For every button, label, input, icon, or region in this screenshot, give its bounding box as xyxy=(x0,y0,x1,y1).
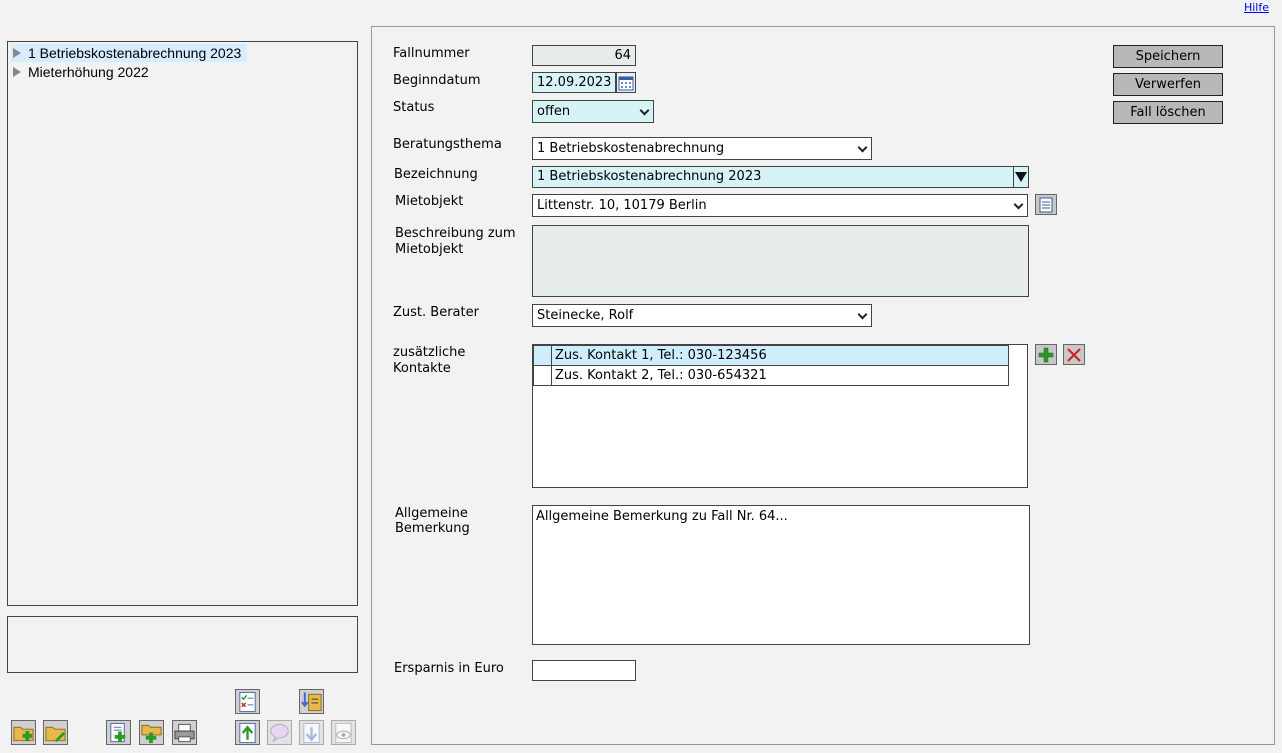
mietobjekt-details-button[interactable] xyxy=(1035,194,1057,215)
expand-triangle-icon[interactable] xyxy=(13,48,21,58)
chevron-down-icon xyxy=(639,105,650,116)
add-contact-button[interactable] xyxy=(1035,344,1057,365)
speech-bubble-icon xyxy=(270,723,289,742)
expand-triangle-icon[interactable] xyxy=(13,67,21,77)
bemerkung-textarea[interactable]: Allgemeine Bemerkung zu Fall Nr. 64... xyxy=(532,505,1030,645)
kontakt-text: Zus. Kontakt 1, Tel.: 030-123456 xyxy=(555,348,767,363)
beratungsthema-label: Beratungsthema xyxy=(393,137,502,152)
bemerkung-label-line2: Bemerkung xyxy=(395,521,470,536)
row-marker xyxy=(534,366,552,385)
tree-item-betriebskosten[interactable]: 1 Betriebskostenabrechnung 2023 xyxy=(11,44,248,62)
mietobjekt-select-value: Littenstr. 10, 10179 Berlin xyxy=(537,198,707,213)
beginndatum-field[interactable]: 12.09.2023 xyxy=(532,72,616,93)
bemerkung-label-line1: Allgemeine xyxy=(395,506,468,521)
import-button[interactable] xyxy=(299,689,324,714)
tree-item-label: 1 Betriebskostenabrechnung 2023 xyxy=(28,45,242,61)
kontakte-label-line2: Kontakte xyxy=(393,361,451,376)
berater-select-value: Steinecke, Rolf xyxy=(537,308,634,323)
folder-edit-icon xyxy=(45,726,66,742)
discard-button[interactable]: Verwerfen xyxy=(1113,73,1223,96)
calendar-icon xyxy=(618,76,634,90)
save-button[interactable]: Speichern xyxy=(1113,45,1223,68)
berater-label: Zust. Berater xyxy=(393,305,479,320)
mietobjekt-select[interactable]: Littenstr. 10, 10179 Berlin xyxy=(532,194,1028,217)
download-button[interactable] xyxy=(299,720,324,745)
kontakte-list[interactable]: Zus. Kontakt 1, Tel.: 030-123456 Zus. Ko… xyxy=(532,344,1028,488)
beratungsthema-select-value: 1 Betriebskostenabrechnung xyxy=(537,141,725,156)
folder-plus-icon xyxy=(13,726,34,741)
date-picker-button[interactable] xyxy=(616,72,636,93)
kontakte-label-line1: zusätzliche xyxy=(393,345,466,360)
document-plus-icon xyxy=(110,722,126,742)
new-subfolder-button[interactable] xyxy=(139,720,164,745)
comment-button[interactable] xyxy=(267,720,292,745)
document-icon xyxy=(1039,197,1053,212)
ersparnis-field[interactable] xyxy=(532,660,636,681)
help-link[interactable]: Hilfe xyxy=(1244,1,1269,14)
plus-icon xyxy=(1038,347,1054,362)
beratungsthema-select[interactable]: 1 Betriebskostenabrechnung xyxy=(532,137,872,160)
checklist-icon xyxy=(239,691,256,712)
import-icon xyxy=(301,691,322,711)
eye-icon xyxy=(335,722,352,743)
new-folder-button[interactable] xyxy=(11,720,36,745)
preview-button[interactable] xyxy=(331,720,356,745)
bezeichnung-label: Bezeichnung xyxy=(394,167,478,182)
case-tree[interactable]: 1 Betriebskostenabrechnung 2023 Mieterhö… xyxy=(7,41,358,606)
download-icon xyxy=(303,722,320,743)
tree-item-label: Mieterhöhung 2022 xyxy=(28,64,149,80)
printer-icon xyxy=(174,723,195,742)
list-item[interactable]: Zus. Kontakt 2, Tel.: 030-654321 xyxy=(533,365,1009,386)
edit-folder-button[interactable] xyxy=(43,720,68,745)
status-select[interactable]: offen xyxy=(532,100,654,123)
triangle-down-icon xyxy=(1015,172,1027,182)
fallnummer-label: Fallnummer xyxy=(393,46,470,61)
folder-add-icon xyxy=(141,724,162,743)
beschreibung-label-line1: Beschreibung zum xyxy=(395,226,516,241)
fallnummer-field: 64 xyxy=(532,45,636,66)
beschreibung-label-line2: Mietobjekt xyxy=(395,242,464,257)
close-icon xyxy=(1067,347,1081,362)
upload-icon xyxy=(239,722,256,743)
chevron-down-icon xyxy=(857,309,868,320)
checklist-button[interactable] xyxy=(235,689,260,714)
remove-contact-button[interactable] xyxy=(1063,344,1085,365)
upload-button[interactable] xyxy=(235,720,260,745)
beschreibung-textarea xyxy=(532,225,1029,297)
chevron-down-icon xyxy=(1013,199,1024,210)
bezeichnung-field[interactable]: 1 Betriebskostenabrechnung 2023 xyxy=(532,166,1014,188)
tree-item-mieterhoehung[interactable]: Mieterhöhung 2022 xyxy=(11,63,155,81)
new-document-button[interactable] xyxy=(106,720,131,745)
status-select-value: offen xyxy=(537,104,571,119)
chevron-down-icon xyxy=(857,142,868,153)
status-label: Status xyxy=(393,100,435,115)
tree-info-box xyxy=(7,616,358,673)
berater-select[interactable]: Steinecke, Rolf xyxy=(532,304,872,327)
row-marker xyxy=(534,346,552,365)
delete-case-button[interactable]: Fall löschen xyxy=(1113,101,1223,124)
kontakt-text: Zus. Kontakt 2, Tel.: 030-654321 xyxy=(555,368,767,383)
bezeichnung-dropdown-button[interactable] xyxy=(1013,166,1029,188)
mietobjekt-label: Mietobjekt xyxy=(395,194,464,209)
list-item[interactable]: Zus. Kontakt 1, Tel.: 030-123456 xyxy=(533,345,1009,366)
print-button[interactable] xyxy=(172,720,197,745)
ersparnis-label: Ersparnis in Euro xyxy=(394,661,504,676)
beginndatum-label: Beginndatum xyxy=(393,73,481,88)
